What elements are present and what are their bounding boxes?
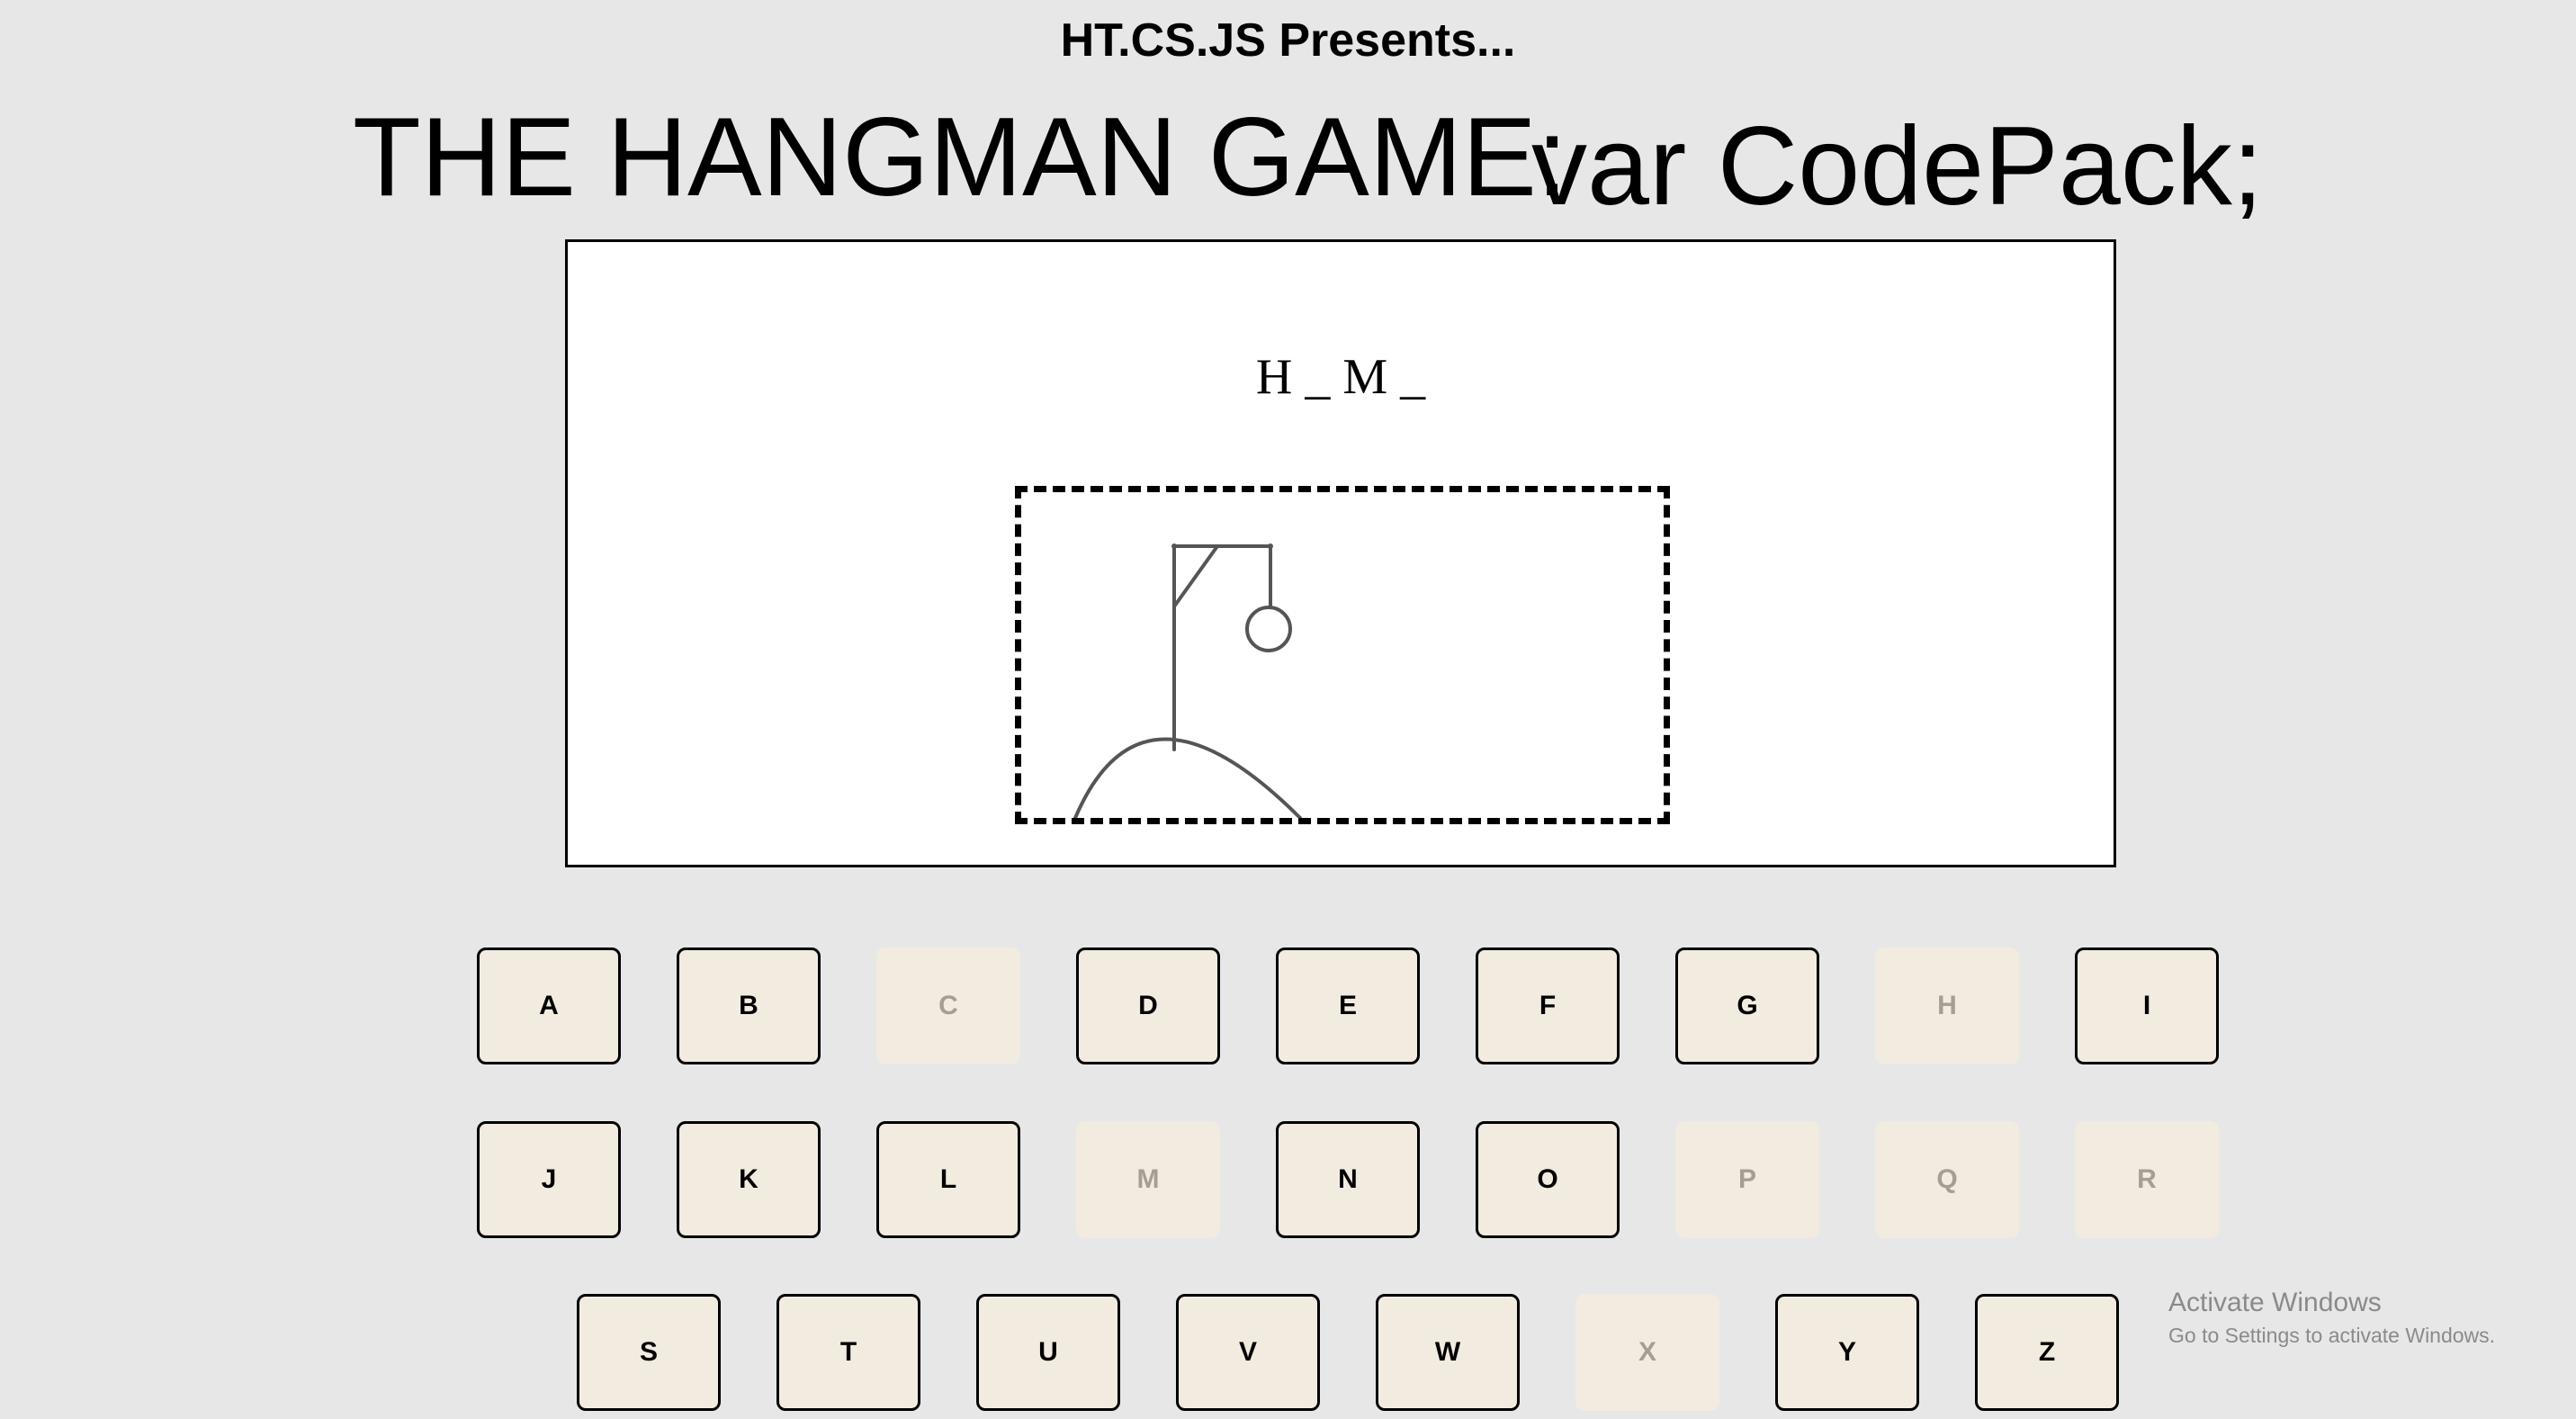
key-p: P: [1675, 1121, 1819, 1238]
presents-heading: HT.CS.JS Presents...: [1060, 14, 1516, 67]
game-title: THE HANGMAN GAME:: [353, 95, 1568, 220]
watermark-subtitle: Go to Settings to activate Windows.: [2168, 1324, 2496, 1347]
key-s[interactable]: S: [577, 1294, 721, 1411]
key-k[interactable]: K: [677, 1121, 821, 1238]
key-c: C: [876, 947, 1020, 1064]
key-e[interactable]: E: [1276, 947, 1420, 1064]
key-q: Q: [1875, 1121, 2019, 1238]
gallows-hill: [1073, 737, 1302, 818]
key-v[interactable]: V: [1176, 1294, 1320, 1411]
key-d[interactable]: D: [1076, 947, 1220, 1064]
key-o[interactable]: O: [1476, 1121, 1620, 1238]
activate-windows-watermark: Activate Windows Go to Settings to activ…: [2168, 1285, 2495, 1350]
key-z[interactable]: Z: [1975, 1294, 2119, 1411]
hangman-drawing: [1073, 543, 1302, 818]
key-u[interactable]: U: [976, 1294, 1120, 1411]
key-f[interactable]: F: [1476, 947, 1620, 1064]
hangman-head: [1245, 606, 1292, 652]
brand-title: var CodePack;: [1531, 104, 2264, 229]
key-g[interactable]: G: [1675, 947, 1819, 1064]
key-j[interactable]: J: [477, 1121, 621, 1238]
key-m: M: [1076, 1121, 1220, 1238]
key-n[interactable]: N: [1276, 1121, 1420, 1238]
word-display: H _ M _: [1255, 349, 1426, 405]
key-a[interactable]: A: [477, 947, 621, 1064]
key-b[interactable]: B: [677, 947, 821, 1064]
key-y[interactable]: Y: [1775, 1294, 1919, 1411]
key-l[interactable]: L: [876, 1121, 1020, 1238]
key-r: R: [2075, 1121, 2219, 1238]
key-x: X: [1575, 1294, 1719, 1411]
key-i[interactable]: I: [2075, 947, 2219, 1064]
watermark-title: Activate Windows: [2168, 1288, 2382, 1317]
gallows-brace: [1172, 544, 1219, 608]
hangman-drawing-box: [1015, 486, 1670, 824]
key-t[interactable]: T: [776, 1294, 920, 1411]
key-h: H: [1875, 947, 2019, 1064]
key-w[interactable]: W: [1376, 1294, 1520, 1411]
